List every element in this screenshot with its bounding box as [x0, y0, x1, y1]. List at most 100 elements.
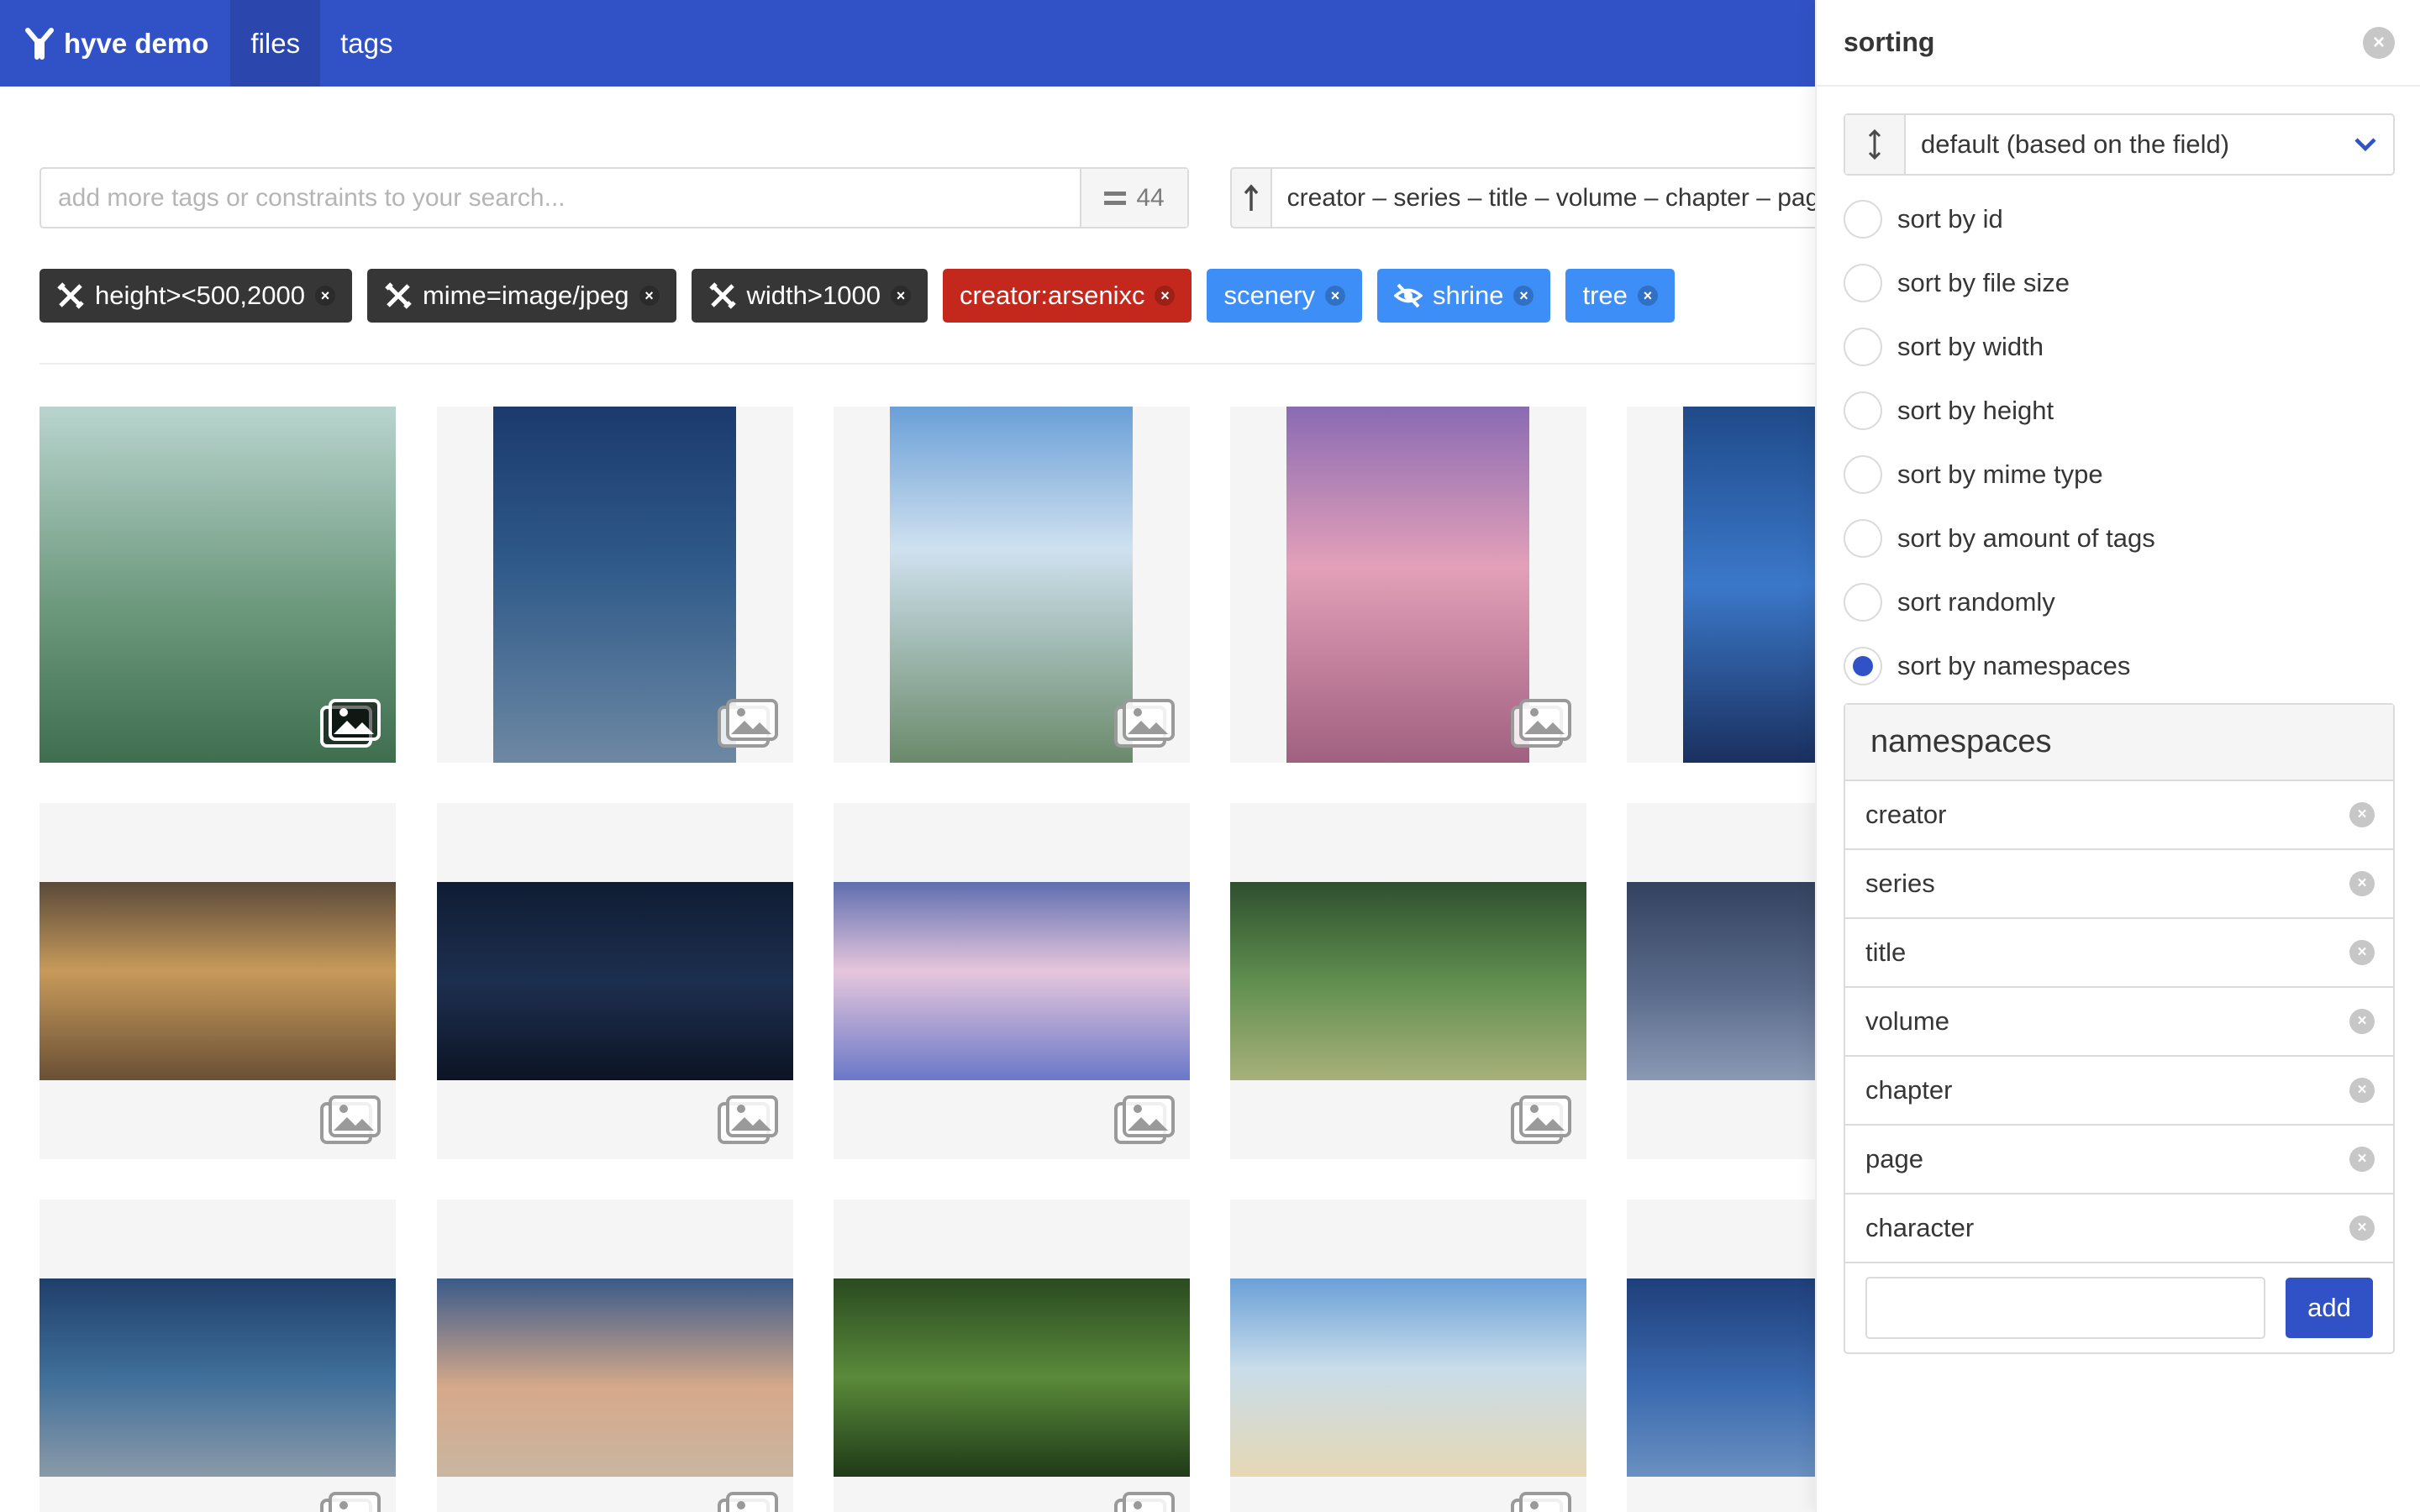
namespace-item[interactable]: title ×: [1845, 919, 2393, 988]
image-stack-icon: [1114, 699, 1175, 748]
namespace-label: volume: [1865, 1006, 1949, 1036]
thumbnail-image: [1230, 882, 1586, 1080]
file-thumbnail[interactable]: [437, 407, 793, 763]
namespace-item[interactable]: creator ×: [1845, 781, 2393, 850]
nav-files[interactable]: files: [230, 0, 321, 87]
remove-icon[interactable]: ×: [2349, 1078, 2375, 1103]
select-value: default (based on the field): [1921, 129, 2230, 159]
file-thumbnail[interactable]: [834, 1200, 1190, 1512]
search-box: 44: [39, 167, 1189, 228]
file-thumbnail[interactable]: [1230, 407, 1586, 763]
radio-circle[interactable]: [1844, 455, 1882, 494]
sort-order-text[interactable]: creator – series – title – volume – chap…: [1272, 169, 1833, 227]
file-thumbnail[interactable]: [834, 803, 1190, 1159]
thumbnail-image: [834, 882, 1190, 1080]
radio-sort-random[interactable]: sort randomly: [1844, 570, 2155, 634]
wrench-screwdriver-icon: [385, 282, 412, 309]
remove-icon[interactable]: ×: [2349, 871, 2375, 896]
tag-shrine[interactable]: shrine ×: [1377, 269, 1551, 323]
file-thumbnail[interactable]: [1627, 803, 1815, 1159]
tag-label: shrine: [1433, 281, 1504, 310]
tag-label: width>1000: [746, 281, 881, 310]
image-stack-icon: [1511, 1095, 1571, 1144]
tag-remove-button[interactable]: ×: [314, 286, 335, 306]
sort-direction-select[interactable]: default (based on the field): [1844, 113, 2395, 176]
radio-label: sort by width: [1897, 332, 2044, 361]
image-stack-icon: [1511, 1492, 1571, 1512]
radio-circle[interactable]: [1844, 328, 1882, 366]
radio-circle[interactable]: [1844, 264, 1882, 302]
tag-remove-button[interactable]: ×: [639, 286, 660, 306]
radio-circle[interactable]: [1844, 200, 1882, 239]
tag-remove-button[interactable]: ×: [1513, 286, 1534, 306]
radio-sort-file-size[interactable]: sort by file size: [1844, 251, 2155, 315]
tag-width[interactable]: width>1000 ×: [691, 269, 928, 323]
wrench-screwdriver-icon: [708, 282, 736, 309]
file-thumbnail[interactable]: [437, 803, 793, 1159]
radio-circle[interactable]: [1844, 647, 1882, 685]
radio-sort-namespaces[interactable]: sort by namespaces: [1844, 634, 2155, 698]
namespace-item[interactable]: chapter ×: [1845, 1057, 2393, 1126]
remove-icon[interactable]: ×: [2349, 802, 2375, 827]
add-namespace-button[interactable]: add: [2286, 1278, 2373, 1338]
radio-sort-width[interactable]: sort by width: [1844, 315, 2155, 379]
radio-sort-height[interactable]: sort by height: [1844, 379, 2155, 443]
namespace-label: page: [1865, 1144, 1923, 1173]
namespace-item[interactable]: page ×: [1845, 1126, 2393, 1194]
thumbnail-image: [437, 882, 793, 1080]
nav-tags[interactable]: tags: [320, 0, 413, 87]
file-thumbnail[interactable]: [1627, 1200, 1815, 1512]
thumbnail-image: [493, 407, 736, 763]
tag-remove-button[interactable]: ×: [1155, 286, 1176, 306]
radio-sort-tag-count[interactable]: sort by amount of tags: [1844, 507, 2155, 570]
file-thumbnail[interactable]: [1627, 407, 1815, 763]
file-thumbnail[interactable]: [437, 1200, 793, 1512]
namespace-input[interactable]: [1865, 1277, 2265, 1339]
chevron-down-icon: [2338, 115, 2393, 174]
namespace-item[interactable]: character ×: [1845, 1194, 2393, 1263]
file-thumbnail[interactable]: [39, 1200, 396, 1512]
remove-icon[interactable]: ×: [2349, 1215, 2375, 1241]
tag-remove-button[interactable]: ×: [1637, 286, 1658, 306]
result-count: 44: [1080, 169, 1187, 227]
divider: [39, 363, 1815, 365]
tag-height[interactable]: height><500,2000 ×: [39, 269, 352, 323]
remove-icon[interactable]: ×: [2349, 1009, 2375, 1034]
file-thumbnail[interactable]: [39, 407, 396, 763]
radio-label: sort by mime type: [1897, 459, 2103, 489]
tag-creator[interactable]: creator:arsenixc ×: [942, 269, 1192, 323]
file-thumbnail[interactable]: [1230, 1200, 1586, 1512]
sort-direction-button[interactable]: [1232, 169, 1272, 227]
radio-circle[interactable]: [1844, 519, 1882, 558]
namespace-item[interactable]: volume ×: [1845, 988, 2393, 1057]
remove-icon[interactable]: ×: [2349, 1147, 2375, 1172]
tag-scenery[interactable]: scenery ×: [1207, 269, 1363, 323]
sort-arrows-icon: [1845, 115, 1906, 174]
file-thumbnail[interactable]: [1230, 803, 1586, 1159]
file-thumbnail[interactable]: [834, 407, 1190, 763]
thumbnail-image: [1230, 1278, 1586, 1477]
image-stack-icon: [718, 1492, 778, 1512]
tag-mime[interactable]: mime=image/jpeg ×: [366, 269, 676, 323]
nav-tags-label: tags: [340, 27, 393, 59]
close-icon[interactable]: ×: [2363, 26, 2395, 59]
remove-icon[interactable]: ×: [2349, 940, 2375, 965]
tag-remove-button[interactable]: ×: [1325, 286, 1346, 306]
radio-label: sort by amount of tags: [1897, 523, 2155, 553]
sorting-sidebar: sorting × default (based on the field) s…: [1815, 0, 2420, 1512]
arrow-up-icon: [1244, 183, 1259, 211]
brand[interactable]: hyve demo: [0, 0, 230, 87]
radio-circle[interactable]: [1844, 391, 1882, 430]
radio-circle[interactable]: [1844, 583, 1882, 622]
tag-remove-button[interactable]: ×: [890, 286, 911, 306]
image-stack-icon: [718, 1095, 778, 1144]
sidebar-title: sorting: [1844, 27, 1935, 57]
namespaces-panel: namespaces creator × series × title × volum…: [1844, 703, 2395, 1354]
tag-tree[interactable]: tree ×: [1565, 269, 1675, 323]
namespace-item[interactable]: series ×: [1845, 850, 2393, 919]
file-thumbnail[interactable]: [39, 803, 396, 1159]
radio-sort-mime[interactable]: sort by mime type: [1844, 443, 2155, 507]
active-tags: height><500,2000 × mime=image/jpeg × wid…: [39, 269, 1675, 323]
search-input[interactable]: [41, 169, 1080, 227]
radio-sort-id[interactable]: sort by id: [1844, 187, 2155, 251]
